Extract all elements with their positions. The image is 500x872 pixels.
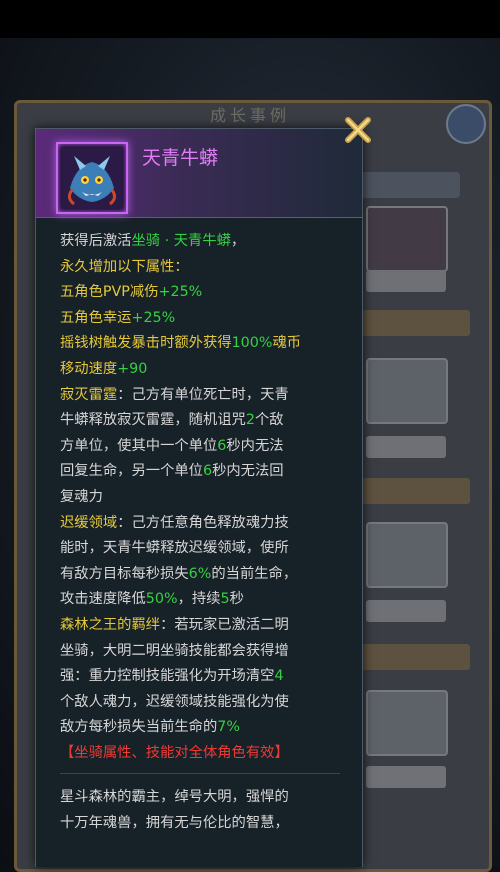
skill-line: 复魂力 — [60, 488, 103, 505]
background-item-slot[interactable] — [366, 206, 448, 272]
desc-line: 移动速度+90 — [60, 360, 148, 377]
lore-line: 星斗森林的霸主，绰号大明，强悍的 — [60, 789, 289, 805]
skill-line: 寂灭雷霆：己方有单位死亡时，天青 — [60, 386, 289, 403]
background-item-count — [366, 766, 446, 788]
background-label-strip — [360, 478, 470, 504]
item-icon-frame — [56, 142, 128, 214]
desc-line: 摇钱树触发暴击时额外获得100%魂币 — [60, 335, 302, 352]
lore-line: 十万年魂兽，拥有无与伦比的智慧， — [60, 814, 289, 831]
skill-line: 森林之王的羁绊：若玩家已激活二明 — [60, 616, 289, 633]
item-name: 天青牛蟒 — [142, 147, 219, 169]
desc-line: 获得后激活坐骑 · 天青牛蟒， — [60, 233, 246, 249]
skill-line: 攻击速度降低50%，持续5秒 — [60, 591, 244, 608]
background-help-button[interactable] — [446, 104, 486, 144]
background-item-count — [366, 600, 446, 622]
background-item-column — [360, 170, 480, 860]
skill-line: 方单位，使其中一个单位6秒内无法 — [60, 437, 284, 454]
skill-line: 迟缓领域：己方任意角色释放魂力技 — [60, 514, 289, 531]
desc-line: 永久增加以下属性： — [60, 258, 189, 275]
background-panel-title: 成长事例 — [209, 106, 290, 125]
skill-line: 牛蟒释放寂灭雷霆，随机诅咒2个敌 — [60, 412, 284, 429]
desc-line: 五角色幸运+25% — [60, 309, 176, 326]
skill-line: 有敌方目标每秒损失6%的当前生命， — [60, 565, 298, 582]
background-item-slot[interactable] — [366, 522, 448, 588]
close-button[interactable] — [342, 114, 374, 146]
top-black-bar — [0, 0, 500, 38]
tooltip-header: 天青牛蟒 — [36, 129, 362, 218]
skill-line: 回复生命，另一个单位6秒内无法回 — [60, 463, 284, 480]
background-label-strip — [360, 644, 470, 670]
close-x-icon — [345, 117, 371, 143]
divider — [60, 773, 340, 774]
skill-line: 敌方每秒损失当前生命的7% — [60, 719, 240, 736]
skill-line: 个敌人魂力，迟缓领域技能强化为使 — [60, 693, 289, 710]
skill-line: 能时，天青牛蟒释放迟缓领域，使所 — [60, 540, 289, 557]
background-item-count — [366, 436, 446, 458]
item-tooltip-popup: 天青牛蟒 获得后激活坐骑 · 天青牛蟒， 永久增加以下属性： 五角色PVP减伤+… — [35, 128, 363, 867]
background-item-count — [366, 270, 446, 292]
background-label-strip — [360, 310, 470, 336]
skill-line: 强：重力控制技能强化为开场清空4 — [60, 668, 284, 685]
background-item-slot[interactable] — [366, 690, 448, 756]
item-description: 获得后激活坐骑 · 天青牛蟒， 永久增加以下属性： 五角色PVP减伤+25% 五… — [60, 229, 350, 766]
skill-line: 坐骑，大明二明坐骑技能都会获得增 — [60, 642, 289, 659]
desc-line: 五角色PVP减伤+25% — [60, 284, 203, 301]
background-item-slot[interactable] — [366, 358, 448, 424]
blue-dragon-mount-icon — [62, 148, 122, 208]
lore-text: 星斗森林的霸主，绰号大明，强悍的 十万年魂兽，拥有无与伦比的智慧， — [60, 785, 360, 836]
effect-note: 【坐骑属性、技能对全体角色有效】 — [60, 744, 289, 761]
